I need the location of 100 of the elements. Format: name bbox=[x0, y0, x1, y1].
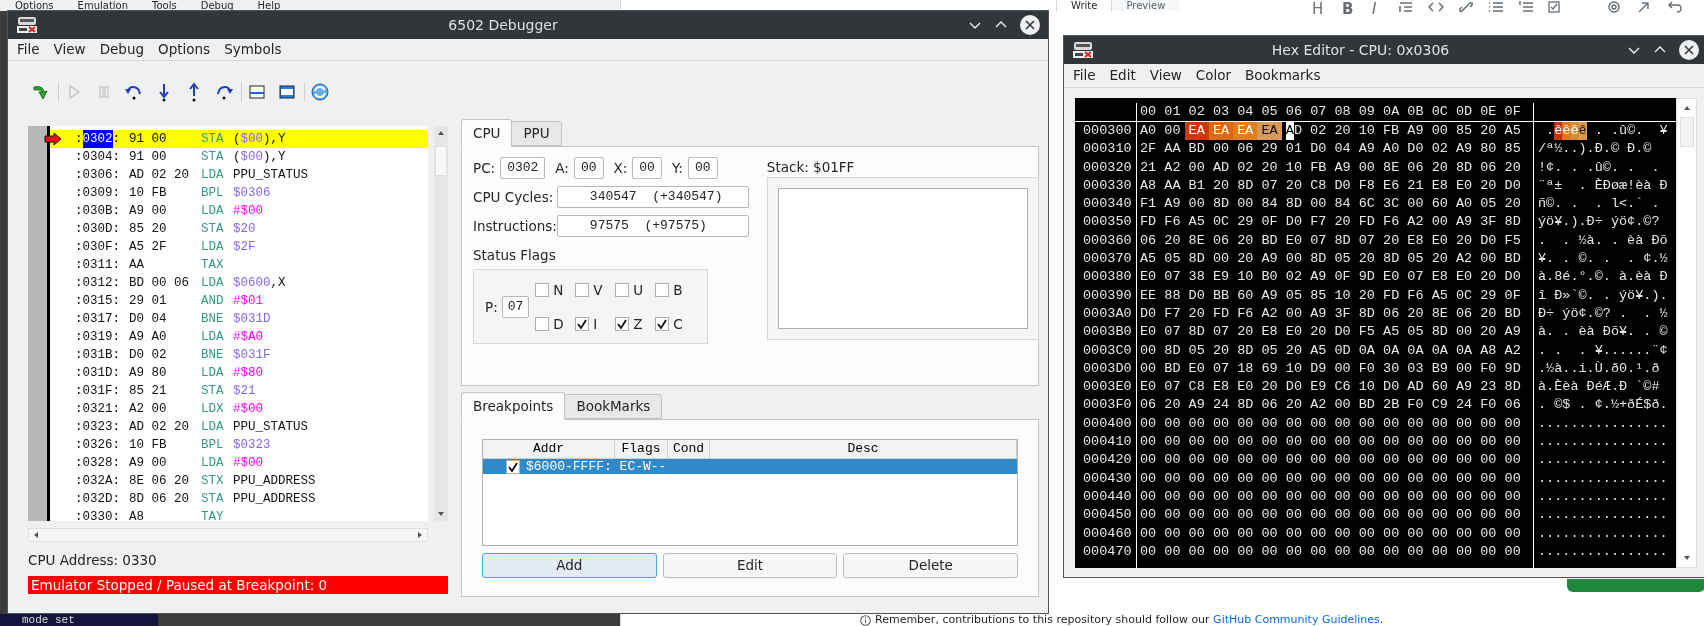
code-line[interactable]: :031F: 85 21 STA $21 bbox=[50, 382, 428, 400]
menu-item[interactable]: Edit bbox=[1109, 65, 1136, 86]
tab[interactable]: PPU bbox=[511, 121, 562, 146]
column-header[interactable]: Desc bbox=[710, 440, 1017, 458]
checkbox[interactable] bbox=[575, 316, 590, 331]
checkbox[interactable] bbox=[535, 282, 550, 297]
menu-item[interactable]: File bbox=[1073, 65, 1096, 86]
hex-bytes: E0 07 38 E9 10 B0 02 A9 0F 9D E0 07 E8 E0 20 D0 bbox=[1140, 268, 1521, 287]
ascii-text: !¢. . .û©. . . bbox=[1538, 158, 1660, 177]
code-line[interactable]: :032A: 8E 06 20 STX PPU_ADDRESS bbox=[50, 472, 428, 490]
register-field[interactable]: 00 bbox=[687, 157, 718, 179]
code-line[interactable]: :0317: D0 04 BNE $031D bbox=[50, 310, 428, 328]
code-icon[interactable] bbox=[1428, 1, 1444, 13]
flag-label: D bbox=[553, 314, 564, 334]
checkbox[interactable] bbox=[655, 316, 670, 331]
code-line[interactable]: :0315: 29 01 AND #$01 bbox=[50, 292, 428, 310]
checkbox[interactable] bbox=[575, 282, 590, 297]
breakpoint-row[interactable]: $6000-FFFF: EC-W-- bbox=[483, 459, 1017, 474]
menu-item[interactable]: Bookmarks bbox=[1245, 65, 1321, 86]
menu-item[interactable]: Color bbox=[1195, 65, 1232, 86]
register-field[interactable]: 00 bbox=[632, 157, 662, 179]
menu-item[interactable]: Options bbox=[158, 39, 211, 60]
scrollbar-thumb[interactable] bbox=[1679, 117, 1694, 147]
column-header[interactable]: Addr bbox=[483, 440, 615, 458]
menu-item[interactable]: File bbox=[17, 39, 40, 60]
action-button[interactable]: Delete bbox=[843, 553, 1018, 578]
counter-field[interactable]: 97575 (+97575) bbox=[556, 215, 749, 237]
refresh-icon[interactable] bbox=[310, 82, 330, 102]
code-line[interactable]: :0312: BD 00 06 LDA $0600,X bbox=[50, 274, 428, 292]
list-icon[interactable] bbox=[1488, 1, 1504, 13]
code-line[interactable]: :032D: 8D 06 20 STA PPU_ADDRESS bbox=[50, 490, 428, 508]
link-icon[interactable] bbox=[1458, 1, 1474, 13]
hex-bytes: 00 00 00 00 00 00 00 00 00 00 00 00 00 00 00 00 bbox=[1140, 433, 1521, 452]
scroll-right-icon[interactable] bbox=[416, 530, 424, 540]
code-line[interactable]: :030D: 85 20 STA $20 bbox=[50, 220, 428, 238]
editor-tab[interactable]: Preview bbox=[1112, 0, 1180, 11]
vertical-scrollbar[interactable] bbox=[434, 126, 448, 521]
menu-item[interactable]: Options bbox=[15, 0, 54, 11]
scrollbar-thumb[interactable] bbox=[435, 146, 447, 176]
format-button[interactable]: H bbox=[1312, 0, 1324, 21]
scroll-left-icon[interactable] bbox=[32, 530, 40, 540]
code-line[interactable]: :030F: A5 2F LDA $2F bbox=[50, 238, 428, 256]
flags-field[interactable]: 07 bbox=[501, 295, 530, 318]
code-line[interactable]: :0328: A9 00 LDA #$00 bbox=[50, 454, 428, 472]
close-icon[interactable] bbox=[1679, 40, 1699, 60]
action-button[interactable]: Add bbox=[482, 553, 657, 578]
address: :0312: bbox=[75, 275, 120, 292]
mnemonic: LDA bbox=[201, 455, 225, 472]
code-line[interactable]: :0311: AA TAX bbox=[50, 256, 428, 274]
menu-item[interactable]: Debug bbox=[200, 0, 234, 11]
tab[interactable]: CPU bbox=[461, 119, 513, 147]
window-icon[interactable] bbox=[277, 82, 297, 102]
checkbox[interactable] bbox=[535, 316, 550, 331]
format-button[interactable]: B bbox=[1342, 0, 1354, 21]
menu-item[interactable]: Tools bbox=[152, 0, 177, 11]
tab[interactable]: Breakpoints bbox=[461, 392, 566, 420]
undo-icon[interactable] bbox=[1666, 1, 1682, 13]
operand: #$00 bbox=[233, 401, 264, 418]
register-field[interactable]: 0302 bbox=[500, 157, 546, 179]
quote-icon[interactable] bbox=[1398, 1, 1414, 13]
checkbox[interactable] bbox=[615, 282, 630, 297]
horizontal-scrollbar[interactable] bbox=[28, 528, 428, 542]
code-line[interactable]: :031D: A9 80 LDA #$80 bbox=[50, 364, 428, 382]
action-button[interactable]: Edit bbox=[662, 553, 838, 578]
code-line[interactable]: :031B: D0 02 BNE $031F bbox=[50, 346, 428, 364]
address: :0311: bbox=[75, 257, 120, 274]
menu-item[interactable]: View bbox=[53, 39, 86, 60]
checkbox[interactable] bbox=[506, 459, 520, 474]
vertical-scrollbar[interactable] bbox=[1676, 98, 1697, 568]
counter-field[interactable]: 340547 (+340547) bbox=[556, 186, 749, 208]
register-field[interactable]: 00 bbox=[573, 157, 604, 179]
menu-item[interactable]: Symbols bbox=[224, 39, 282, 60]
menu-item[interactable]: View bbox=[1149, 65, 1182, 86]
close-icon[interactable] bbox=[1020, 15, 1040, 35]
guidelines-link[interactable]: GitHub Community Guidelines bbox=[1213, 613, 1380, 626]
code-line[interactable]: :030B: A9 00 LDA #$00 bbox=[50, 202, 428, 220]
checkbox[interactable] bbox=[615, 316, 630, 331]
reference-icon[interactable] bbox=[1636, 1, 1652, 13]
code-line[interactable]: :0323: AD 02 20 LDA PPU_STATUS bbox=[50, 418, 428, 436]
code-line[interactable]: :0304: 91 00 STA ($00),Y bbox=[50, 148, 428, 166]
mention-icon[interactable] bbox=[1606, 1, 1622, 13]
code-line[interactable]: :0326: 10 FB BPL $0323 bbox=[50, 436, 428, 454]
tab[interactable]: BookMarks bbox=[564, 394, 663, 419]
window-icon[interactable] bbox=[247, 82, 267, 102]
code-line[interactable]: :0306: AD 02 20 LDA PPU_STATUS bbox=[50, 166, 428, 184]
menu-item[interactable]: Debug bbox=[99, 39, 145, 60]
code-line[interactable]: :0321: A2 00 LDX #$00 bbox=[50, 400, 428, 418]
code-line[interactable]: :0309: 10 FB BPL $0306 bbox=[50, 184, 428, 202]
opcode-bytes: 8D 06 20 bbox=[129, 491, 190, 508]
code-line[interactable]: :0330: A8 TAY bbox=[50, 508, 428, 521]
column-header[interactable]: Cond bbox=[668, 440, 710, 458]
menu-item[interactable]: Emulation bbox=[77, 0, 129, 11]
format-button[interactable]: I bbox=[1372, 0, 1377, 21]
hex-bytes: 00 8D 05 20 8D 05 20 A5 0D 0A 0A 0A 0A 0A A8 A2 bbox=[1140, 341, 1521, 360]
menu-item[interactable]: Help bbox=[257, 0, 281, 11]
numbered-list-icon[interactable] bbox=[1518, 1, 1534, 13]
column-header[interactable]: Flags bbox=[615, 440, 668, 458]
checkbox[interactable] bbox=[655, 282, 670, 297]
cursor-byte: A bbox=[1285, 122, 1294, 141]
code-line[interactable]: :0319: A9 A0 LDA #$A0 bbox=[50, 328, 428, 346]
